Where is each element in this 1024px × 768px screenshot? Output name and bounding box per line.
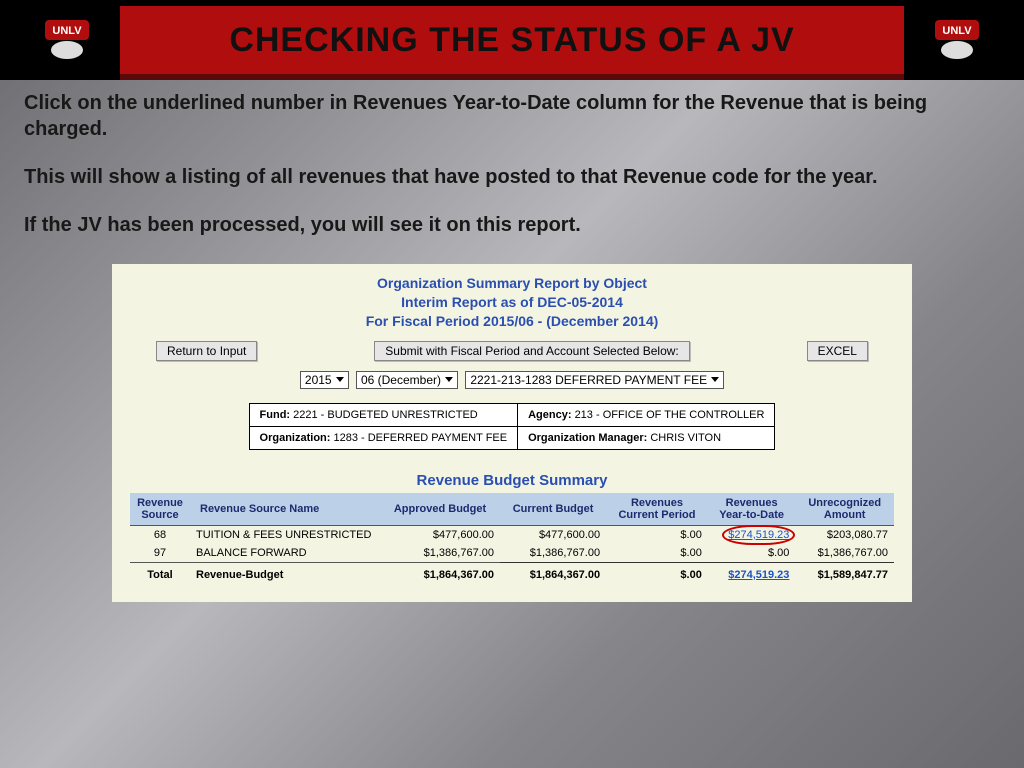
col-unrec-2: Amount xyxy=(824,509,866,521)
year-select[interactable]: 2015 xyxy=(300,371,349,389)
col-rev-cur-1: Revenues xyxy=(631,497,683,509)
col-unrec-1: Unrecognized xyxy=(808,497,881,509)
row-approved: $477,600.00 xyxy=(380,525,500,544)
agency-value: 213 - OFFICE OF THE CONTROLLER xyxy=(575,409,765,421)
info-table: Fund: 2221 - BUDGETED UNRESTRICTED Agenc… xyxy=(249,403,776,450)
fund-value: 2221 - BUDGETED UNRESTRICTED xyxy=(293,409,478,421)
report-title: Organization Summary Report by Object In… xyxy=(130,274,894,331)
submit-button[interactable]: Submit with Fiscal Period and Account Se… xyxy=(374,341,689,361)
account-select[interactable]: 2221-213-1283 DEFERRED PAYMENT FEE xyxy=(465,371,724,389)
total-approved: $1,864,367.00 xyxy=(380,562,500,584)
row-source: 97 xyxy=(130,544,190,563)
select-row: 2015 06 (December) 2221-213-1283 DEFERRE… xyxy=(130,371,894,389)
col-approved-budget: Approved Budget xyxy=(380,493,500,526)
row-cur-period: $.00 xyxy=(606,544,708,563)
col-revenue-source-2: Source xyxy=(141,509,178,521)
button-row: Return to Input Submit with Fiscal Perio… xyxy=(156,341,868,361)
revenue-table: RevenueSource Revenue Source Name Approv… xyxy=(130,493,894,584)
logo-left: UNLV xyxy=(24,0,110,80)
col-current-budget: Current Budget xyxy=(500,493,606,526)
table-row: 68TUITION & FEES UNRESTRICTED$477,600.00… xyxy=(130,525,894,544)
report-title-line-1: Organization Summary Report by Object xyxy=(377,275,647,291)
row-source: 68 xyxy=(130,525,190,544)
row-unrec: $203,080.77 xyxy=(795,525,894,544)
col-rev-ytd-1: Revenues xyxy=(726,497,778,509)
return-to-input-button[interactable]: Return to Input xyxy=(156,341,257,361)
row-name: BALANCE FORWARD xyxy=(190,544,380,563)
table-row: 97BALANCE FORWARD$1,386,767.00$1,386,767… xyxy=(130,544,894,563)
agency-label: Agency: xyxy=(528,409,571,421)
row-approved: $1,386,767.00 xyxy=(380,544,500,563)
svg-text:UNLV: UNLV xyxy=(52,25,82,37)
period-select[interactable]: 06 (December) xyxy=(356,371,458,389)
col-revenue-source-1: Revenue xyxy=(137,497,183,509)
ytd-link[interactable]: $274,519.23 xyxy=(728,529,789,541)
row-ytd: $.00 xyxy=(708,544,796,563)
section-title: Revenue Budget Summary xyxy=(130,472,894,489)
total-ytd-link[interactable]: $274,519.23 xyxy=(728,569,789,581)
row-current: $477,600.00 xyxy=(500,525,606,544)
organization-label: Organization: xyxy=(260,432,331,444)
row-current: $1,386,767.00 xyxy=(500,544,606,563)
col-source-name: Revenue Source Name xyxy=(190,493,380,526)
instruction-line-2: This will show a listing of all revenues… xyxy=(24,164,1000,190)
row-unrec: $1,386,767.00 xyxy=(795,544,894,563)
instruction-line-1: Click on the underlined number in Revenu… xyxy=(24,90,1000,142)
manager-value: CHRIS VITON xyxy=(650,432,721,444)
excel-button[interactable]: EXCEL xyxy=(807,341,868,361)
manager-label: Organization Manager: xyxy=(528,432,647,444)
row-name: TUITION & FEES UNRESTRICTED xyxy=(190,525,380,544)
total-label: Total xyxy=(130,562,190,584)
instruction-line-3: If the JV has been processed, you will s… xyxy=(24,212,1000,238)
total-cur-period: $.00 xyxy=(606,562,708,584)
instructions: Click on the underlined number in Revenu… xyxy=(0,80,1024,264)
logo-right: UNLV xyxy=(914,0,1000,80)
col-rev-cur-2: Current Period xyxy=(618,509,695,521)
col-rev-ytd-2: Year-to-Date xyxy=(719,509,784,521)
row-cur-period: $.00 xyxy=(606,525,708,544)
header-bar: UNLV CHECKING THE STATUS OF A JV UNLV xyxy=(0,0,1024,80)
total-unrec: $1,589,847.77 xyxy=(795,562,894,584)
organization-value: 1283 - DEFERRED PAYMENT FEE xyxy=(333,432,507,444)
row-ytd: $274,519.23 xyxy=(708,525,796,544)
report-title-line-3: For Fiscal Period 2015/06 - (December 20… xyxy=(366,313,659,329)
title-band: CHECKING THE STATUS OF A JV xyxy=(120,6,904,80)
svg-text:UNLV: UNLV xyxy=(942,25,972,37)
total-current: $1,864,367.00 xyxy=(500,562,606,584)
page-title: CHECKING THE STATUS OF A JV xyxy=(229,21,794,60)
total-name: Revenue-Budget xyxy=(190,562,380,584)
report-title-line-2: Interim Report as of DEC-05-2014 xyxy=(401,294,623,310)
fund-label: Fund: xyxy=(260,409,291,421)
report-panel: Organization Summary Report by Object In… xyxy=(112,264,912,602)
